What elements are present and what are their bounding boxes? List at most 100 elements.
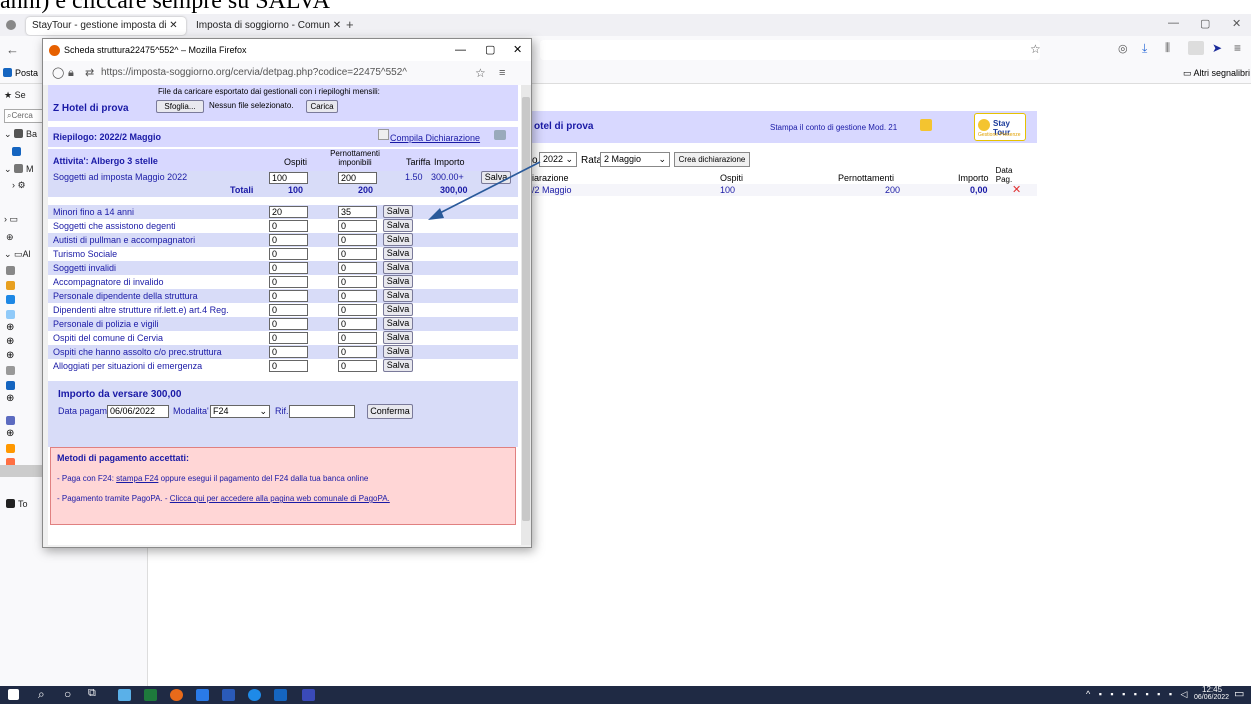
menu-icon[interactable]: ≡ [1234, 41, 1241, 55]
app-icon[interactable] [248, 689, 261, 701]
close-button[interactable]: ✕ [1232, 17, 1241, 30]
exemption-ospiti-input[interactable]: 0 [269, 262, 308, 274]
dichiarazione-row[interactable]: /2 Maggio 100 200 0,00 ✕ [530, 184, 1037, 196]
bookmark-star-icon[interactable]: ☆ [1030, 42, 1041, 56]
globe-icon[interactable]: ⊕ [6, 428, 14, 439]
exemption-pern-input[interactable]: 0 [338, 290, 377, 302]
exemption-ospiti-input[interactable]: 0 [269, 318, 308, 330]
exemption-pern-input[interactable]: 0 [338, 332, 377, 344]
sidebar-item-other[interactable]: ⌄ ▭Al [4, 249, 44, 263]
sidebar-item-to[interactable]: To [6, 499, 46, 513]
sidebar-selected-row[interactable] [0, 465, 46, 477]
tab-staytour[interactable]: StayTour - gestione imposta di ✕ [26, 17, 186, 35]
bookmark-altri[interactable]: ▭ Altri segnalibri [1183, 68, 1250, 79]
exemption-pern-input[interactable]: 0 [338, 248, 377, 260]
popup-minimize-button[interactable]: — [455, 39, 466, 61]
windows-start-icon[interactable] [8, 689, 19, 700]
site-icon[interactable] [6, 416, 15, 425]
rata-select[interactable]: 2 Maggio ⌄ [600, 152, 670, 167]
save-button[interactable]: Salva [383, 303, 413, 316]
save-button[interactable]: Salva [383, 289, 413, 302]
system-tray[interactable]: ^ ▪ ▪ ▪ ▪ ▪ ▪ ▪ ◁ [1086, 689, 1191, 701]
save-button[interactable]: Salva [383, 331, 413, 344]
clock-time[interactable]: 12:45 [1202, 685, 1222, 694]
site-icon[interactable] [6, 366, 15, 375]
popup-close-button[interactable]: ✕ [513, 39, 522, 61]
browse-button[interactable]: Sfoglia... [156, 100, 204, 113]
minimize-button[interactable]: — [1168, 17, 1179, 29]
soggetti-ospiti-input[interactable]: 100 [269, 172, 308, 184]
exemption-pern-input[interactable]: 0 [338, 220, 377, 232]
notification-icon[interactable]: ▭ [1234, 687, 1244, 700]
conferma-button[interactable]: Conferma [367, 404, 413, 419]
carica-button[interactable]: Carica [306, 100, 338, 113]
pocket-icon[interactable]: ◎ [1118, 42, 1128, 55]
stampa-f24-link[interactable]: stampa F24 [116, 474, 158, 483]
pagopa-link[interactable]: Clicca qui per accedere alla pagina web … [170, 494, 390, 503]
exemption-ospiti-input[interactable]: 0 [269, 234, 308, 246]
globe-icon[interactable]: ⊕ [6, 393, 14, 404]
site-icon[interactable] [6, 295, 15, 304]
sidebar-item-globe[interactable]: ⊕ [6, 232, 46, 246]
staytour-logo[interactable]: Stay Tour Gestione Presenze [974, 113, 1026, 141]
stampa-conto-link[interactable]: Stampa il conto di gestione Mod. 21 [770, 123, 897, 132]
save-button[interactable]: Salva [383, 317, 413, 330]
globe-icon[interactable]: ⊕ [6, 322, 14, 333]
firefox-taskbar-icon[interactable] [170, 689, 183, 701]
save-button[interactable]: Salva [383, 345, 413, 358]
exemption-ospiti-input[interactable]: 0 [269, 220, 308, 232]
save-button[interactable]: Salva [383, 205, 413, 218]
site-icon[interactable] [6, 381, 15, 390]
exemption-ospiti-input[interactable]: 20 [269, 206, 308, 218]
soggetti-pern-input[interactable]: 200 [338, 172, 377, 184]
modalita-select[interactable]: F24 ⌄ [210, 405, 270, 418]
site-icon[interactable] [6, 444, 15, 453]
sidebar-item-bookmarks[interactable]: ★ Se [4, 90, 44, 104]
exemption-ospiti-input[interactable]: 0 [269, 346, 308, 358]
document-edit-icon[interactable] [378, 129, 389, 140]
globe-icon[interactable]: ⊕ [6, 336, 14, 347]
exemption-ospiti-input[interactable]: 0 [269, 248, 308, 260]
maximize-button[interactable]: ▢ [1200, 17, 1210, 30]
delete-icon[interactable]: ✕ [1012, 183, 1021, 196]
word-icon[interactable] [222, 689, 235, 701]
exemption-pern-input[interactable]: 0 [338, 276, 377, 288]
outlook-icon[interactable] [274, 689, 287, 701]
extension-icon[interactable]: ➤ [1212, 41, 1222, 55]
sidebar-item-folder[interactable]: › ▭ [4, 214, 44, 228]
save-button[interactable]: Salva [383, 261, 413, 274]
firefox-view-icon[interactable] [6, 20, 16, 30]
library-icon[interactable]: ⫼ [1165, 42, 1170, 55]
bookmark-star-icon[interactable]: ☆ [475, 61, 486, 85]
crea-dichiarazione-button[interactable]: Crea dichiarazione [674, 152, 750, 167]
print-icon[interactable] [494, 130, 506, 140]
back-icon[interactable]: ← [6, 42, 19, 57]
exemption-pern-input[interactable]: 0 [338, 346, 377, 358]
sidebar-item-menu[interactable]: ⌄ M [4, 164, 44, 178]
search-icon[interactable]: ⌕ [38, 687, 45, 702]
file-explorer-icon[interactable] [118, 689, 131, 701]
downloads-icon[interactable]: ⤓ [1142, 41, 1147, 56]
clock-date[interactable]: 06/06/2022 [1194, 694, 1229, 701]
exemption-pern-input[interactable]: 0 [338, 360, 377, 372]
site-icon[interactable] [6, 266, 15, 275]
exemption-ospiti-input[interactable]: 0 [269, 304, 308, 316]
sidebar-search-input[interactable]: ⌕Cerca [4, 109, 44, 123]
globe-icon[interactable]: ⊕ [6, 350, 14, 361]
cortana-icon[interactable]: ○ [64, 687, 71, 701]
save-button[interactable]: Salva [383, 359, 413, 372]
exemption-ospiti-input[interactable]: 0 [269, 276, 308, 288]
exemption-ospiti-input[interactable]: 0 [269, 360, 308, 372]
popup-maximize-button[interactable]: ▢ [485, 39, 495, 61]
task-view-icon[interactable]: ⧉ [88, 687, 96, 700]
app-icon[interactable] [196, 689, 209, 701]
save-button[interactable]: Salva [383, 233, 413, 246]
exemption-pern-input[interactable]: 0 [338, 304, 377, 316]
app-icon[interactable] [302, 689, 315, 701]
exemption-pern-input[interactable]: 35 [338, 206, 377, 218]
save-button[interactable]: Salva [383, 275, 413, 288]
sidebar-item-toolbar[interactable]: ⌄ Ba [4, 129, 44, 143]
site-icon[interactable] [6, 310, 15, 319]
exemption-pern-input[interactable]: 0 [338, 262, 377, 274]
bookmark-posta[interactable]: Posta [3, 68, 38, 78]
